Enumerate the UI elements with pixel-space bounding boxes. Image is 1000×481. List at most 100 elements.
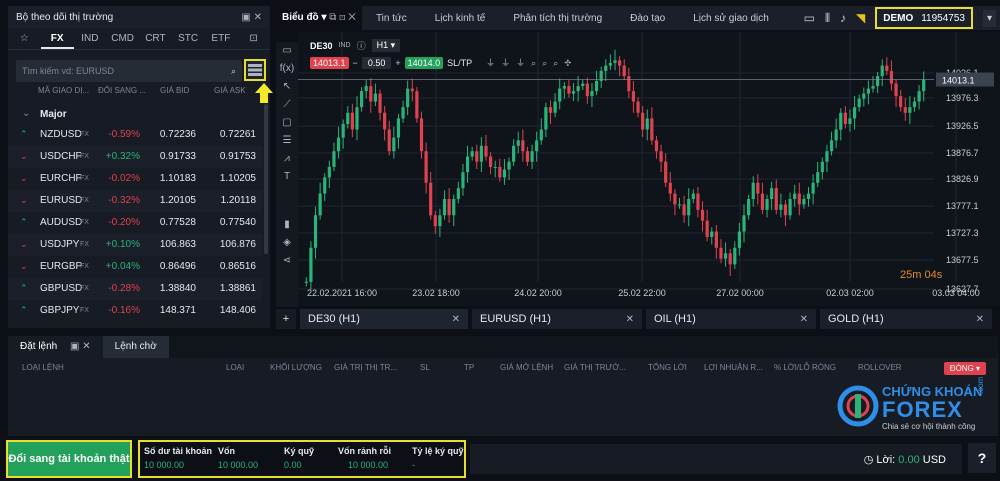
tab-etf[interactable]: ETF [205,28,238,49]
tab-pending-orders[interactable]: Lệnh chờ [102,336,169,358]
sell-price-button[interactable]: 14013.1 [310,56,349,69]
trendline-icon[interactable]: ⟋ [276,96,298,114]
margin-cell: Ký quỹ 0.00 [284,446,314,470]
candle-body [553,101,557,113]
candle-body [659,151,663,162]
sltp-button[interactable]: SL/TP [447,58,472,68]
candle-body [406,88,410,108]
symbol-name: GBPUSD [40,283,83,294]
share-icon[interactable]: ⋖ [276,252,298,270]
candle-body [723,253,728,259]
order-column-header: KHỐI LƯỢNG [270,363,322,372]
order-column-header: LỢI NHUẬN R... [704,363,763,372]
watch-row[interactable]: ⌃ GBPJPY FX -0.16% 148.371 148.406 [8,300,262,322]
candle-body [590,91,594,97]
chart-tab-label: EURUSD (H1) [480,313,551,325]
price-chart[interactable]: 14026.113976.313926.513876.713826.913777… [298,32,1000,306]
candle-body [797,193,801,205]
symbol-tag: FX [80,131,89,138]
tab-fx[interactable]: FX [40,28,74,49]
candle-body [677,204,682,206]
crosshair-icon[interactable]: ↖ [276,78,298,96]
panel-controls-icon[interactable]: ▣ ✕ [70,341,91,352]
nav-education[interactable]: Đào tạo [616,13,679,24]
monitor-icon[interactable]: ▭ [804,11,815,25]
basket-icon[interactable]: ⊡ [237,28,270,49]
chart-tab-oil[interactable]: OIL (H1) ✕ [646,309,816,329]
nav-analysis[interactable]: Phân tích thị trường [499,13,616,24]
watch-row[interactable]: ⌄ USDCHF FX +0.32% 0.91733 0.91753 [8,146,262,168]
layers-icon[interactable]: ◈ [276,234,298,252]
watch-row[interactable]: ⌄ EURUSD FX -0.32% 1.20105 1.20118 [8,190,262,212]
watch-row[interactable]: ⌄ EURCHF FX -0.02% 1.10183 1.10205 [8,168,262,190]
fibonacci-icon[interactable]: ☰ [276,132,298,150]
close-icon[interactable]: ✕ [976,314,984,325]
chart-tab-gold[interactable]: GOLD (H1) ✕ [820,309,992,329]
symbol-name: NZDUSD [40,129,82,140]
balance-label: Số dư tài khoản [144,446,213,456]
volume-input[interactable]: 0.50 [361,56,392,69]
candle-body [691,193,695,200]
tab-open-orders[interactable]: Đặt lệnh ▣ ✕ [8,336,103,358]
nav-news[interactable]: Tin tức [362,13,421,24]
group-major[interactable]: ⌄ Major [8,104,262,124]
help-button[interactable]: ? [968,443,996,473]
watch-row[interactable]: ⌃ NZDUSD FX -0.59% 0.72236 0.72261 [8,124,262,146]
account-dropdown-icon[interactable]: ▾ [982,9,996,27]
chart-layout-icons[interactable]: ⧉ ⊡ ✕ [329,12,356,23]
info-icon[interactable]: ⓘ [357,39,366,52]
tab-stc[interactable]: STC [172,28,205,49]
symbol-search-input[interactable]: Tìm kiếm vd: EURUSD ⌕ [16,60,242,82]
margin-value: 0.00 [284,460,302,470]
pitchfork-icon[interactable]: ⩘ [276,150,298,168]
watch-scrollbar[interactable] [264,104,268,254]
chart-tools-icons[interactable]: ⏚⏚⏚⌕⌕⌕✥ [486,56,577,69]
grid-view-button[interactable] [244,59,266,81]
profit-label: Lời: [876,454,896,466]
watch-row[interactable]: ⌄ EURGBP FX +0.04% 0.86496 0.86516 [8,256,262,278]
nav-calendar[interactable]: Lịch kinh tế [421,13,500,24]
nav-chart[interactable]: Biểu đồ ▾ ⧉ ⊡ ✕ [276,6,362,30]
timeframe-select[interactable]: H1 ▾ [371,39,401,52]
close-icon[interactable]: ✕ [800,314,808,325]
candle-body [627,76,631,92]
text-icon[interactable]: T [276,168,298,186]
arrow-down-icon: ⌄ [20,173,28,183]
candle-body [793,193,797,200]
candle-body [461,172,465,189]
switch-real-account-button[interactable]: Đổi sang tài khoản thật [6,440,132,478]
tab-ind[interactable]: IND [74,28,107,49]
favorites-star-icon[interactable]: ☆ [8,28,41,49]
account-selector[interactable]: DEMO 11954753 [875,7,973,29]
symbol-tag: FX [80,241,89,248]
close-icon[interactable]: ✕ [452,314,460,325]
candle-body [705,220,709,237]
close-icon[interactable]: ✕ [626,314,634,325]
nav-history[interactable]: Lịch sử giao dịch [679,13,783,24]
minus-icon[interactable]: − [353,58,358,68]
candle-body [885,65,889,71]
rectangle-icon[interactable]: ▢ [276,114,298,132]
plus-icon[interactable]: + [395,58,400,68]
cursor-icon[interactable]: ▭ [276,42,298,60]
search-icon[interactable]: ⌕ [231,66,236,77]
watch-row[interactable]: ⌃ GBPUSD FX -0.28% 1.38840 1.38861 [8,278,262,300]
panel-controls-icon[interactable]: ▣ ✕ [241,12,262,23]
balance-cell: Số dư tài khoản 10 000.00 [144,446,212,470]
columns-icon[interactable]: ⫴ [825,11,830,26]
magnet-icon[interactable]: ▮ [276,216,298,234]
candle-body [530,151,534,162]
chart-tab-de30[interactable]: DE30 (H1) ✕ [300,309,468,329]
candle-body [742,215,746,232]
watch-row[interactable]: ⌃ AUDUSD FX -0.20% 0.77528 0.77540 [8,212,262,234]
add-chart-button[interactable]: + [276,309,296,329]
tab-crt[interactable]: CRT [139,28,172,49]
chart-tab-eurusd[interactable]: EURUSD (H1) ✕ [472,309,642,329]
bell-icon[interactable]: ♪ [840,11,846,25]
buy-price-button[interactable]: 14014.0 [404,56,444,69]
watch-row[interactable]: ⌄ USDJPY FX +0.10% 106.863 106.876 [8,234,262,256]
indicator-icon[interactable]: f(x) [276,60,298,78]
quick-order-bar: 14013.1 − 0.50 + 14014.0 SL/TP ⏚⏚⏚⌕⌕⌕✥ [310,56,577,69]
order-column-header: TỔNG LỜI [648,363,687,372]
tab-cmd[interactable]: CMD [106,28,139,49]
